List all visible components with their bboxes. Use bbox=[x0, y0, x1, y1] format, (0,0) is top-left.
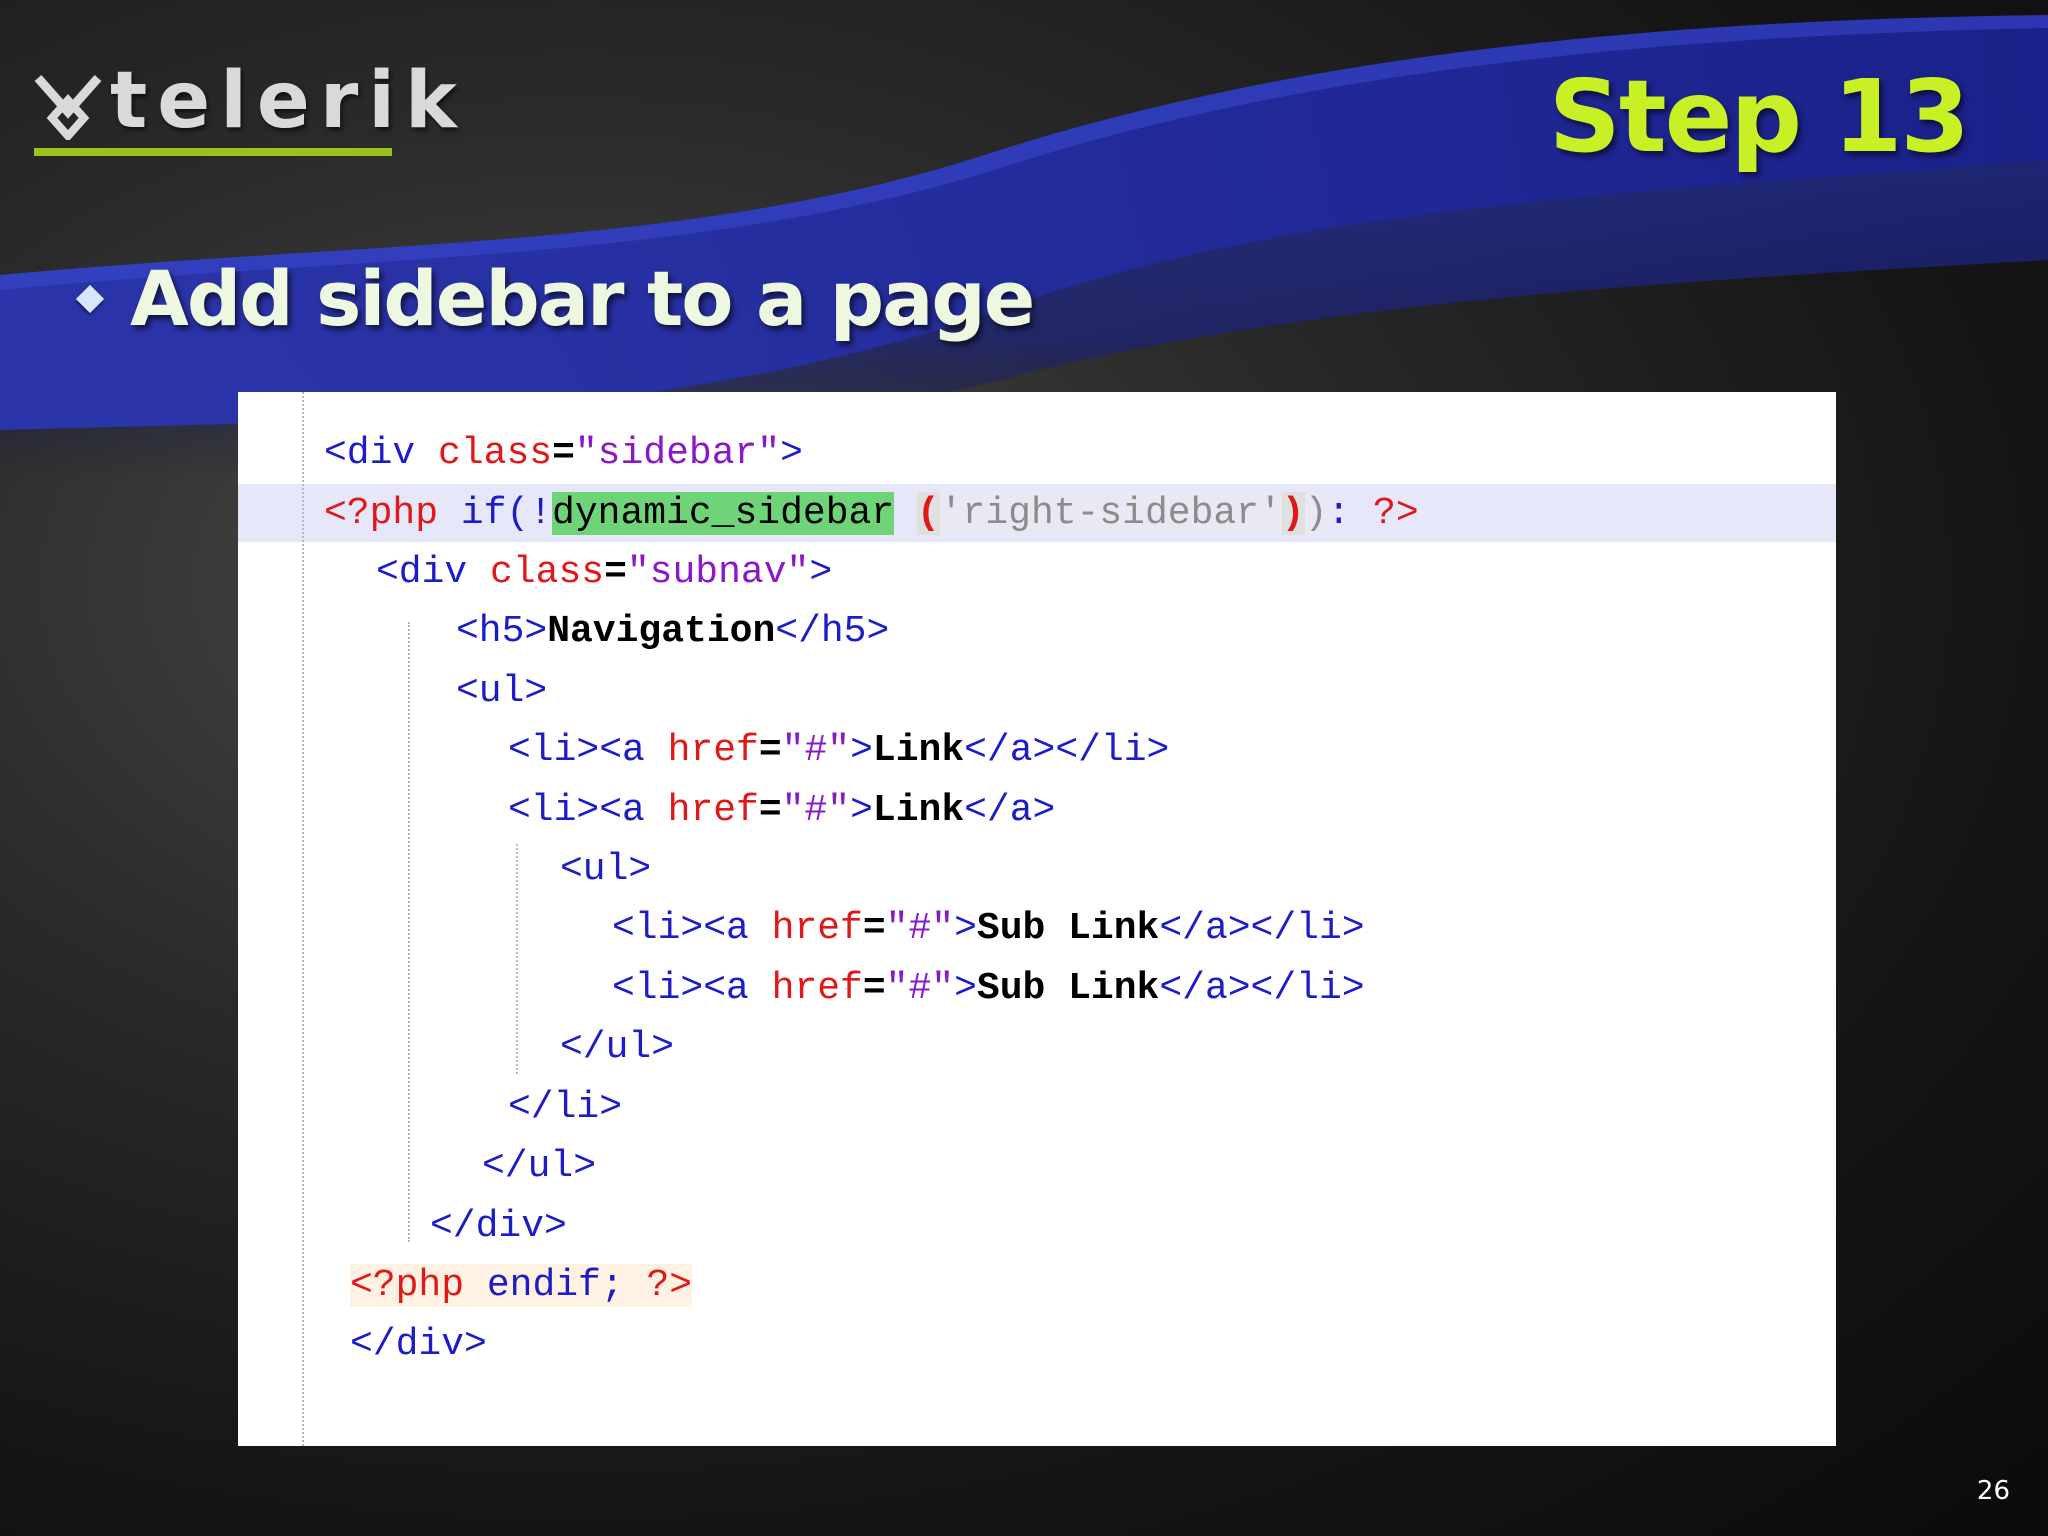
code-line: <ul> bbox=[560, 848, 652, 891]
code-line: <div class="sidebar"> bbox=[324, 432, 803, 475]
indent-guide bbox=[408, 622, 410, 1242]
code-line: <ul> bbox=[456, 670, 548, 713]
indent-guide bbox=[302, 392, 304, 1446]
page-number: 26 bbox=[1976, 1476, 2010, 1506]
code-line: <li><a href="#">Link</a> bbox=[508, 789, 1056, 832]
logo-text: telerik bbox=[110, 56, 467, 146]
indent-guide bbox=[516, 844, 518, 1074]
code-line: </div> bbox=[350, 1323, 487, 1366]
bullet-text: Add sidebar to a page bbox=[130, 254, 1035, 343]
slide-title: Step 13 bbox=[1548, 58, 1970, 175]
code-line: </ul> bbox=[482, 1145, 597, 1188]
code-line: <li><a href="#">Link</a></li> bbox=[508, 729, 1170, 772]
function-highlight: dynamic_sidebar bbox=[552, 492, 895, 535]
bullet-item: Add sidebar to a page bbox=[75, 254, 1035, 343]
code-line: <li><a href="#">Sub Link</a></li> bbox=[612, 907, 1365, 950]
code-line: </li> bbox=[508, 1086, 623, 1129]
bullet-diamond-icon bbox=[75, 284, 105, 313]
logo-underline bbox=[34, 148, 392, 156]
code-line: <h5>Navigation</h5> bbox=[456, 610, 890, 653]
code-line: </ul> bbox=[560, 1026, 675, 1069]
code-screenshot: <div class="sidebar"> <?php if(!dynamic_… bbox=[238, 392, 1836, 1446]
code-line: </div> bbox=[430, 1205, 567, 1248]
telerik-logo-icon bbox=[34, 75, 102, 140]
code-line: <div class="subnav"> bbox=[376, 551, 833, 594]
code-line-highlighted: <?php if(!dynamic_sidebar ('right-sideba… bbox=[324, 492, 1419, 535]
code-line: <?php endif; ?> bbox=[350, 1264, 693, 1307]
code-line: <li><a href="#">Sub Link</a></li> bbox=[612, 967, 1365, 1010]
